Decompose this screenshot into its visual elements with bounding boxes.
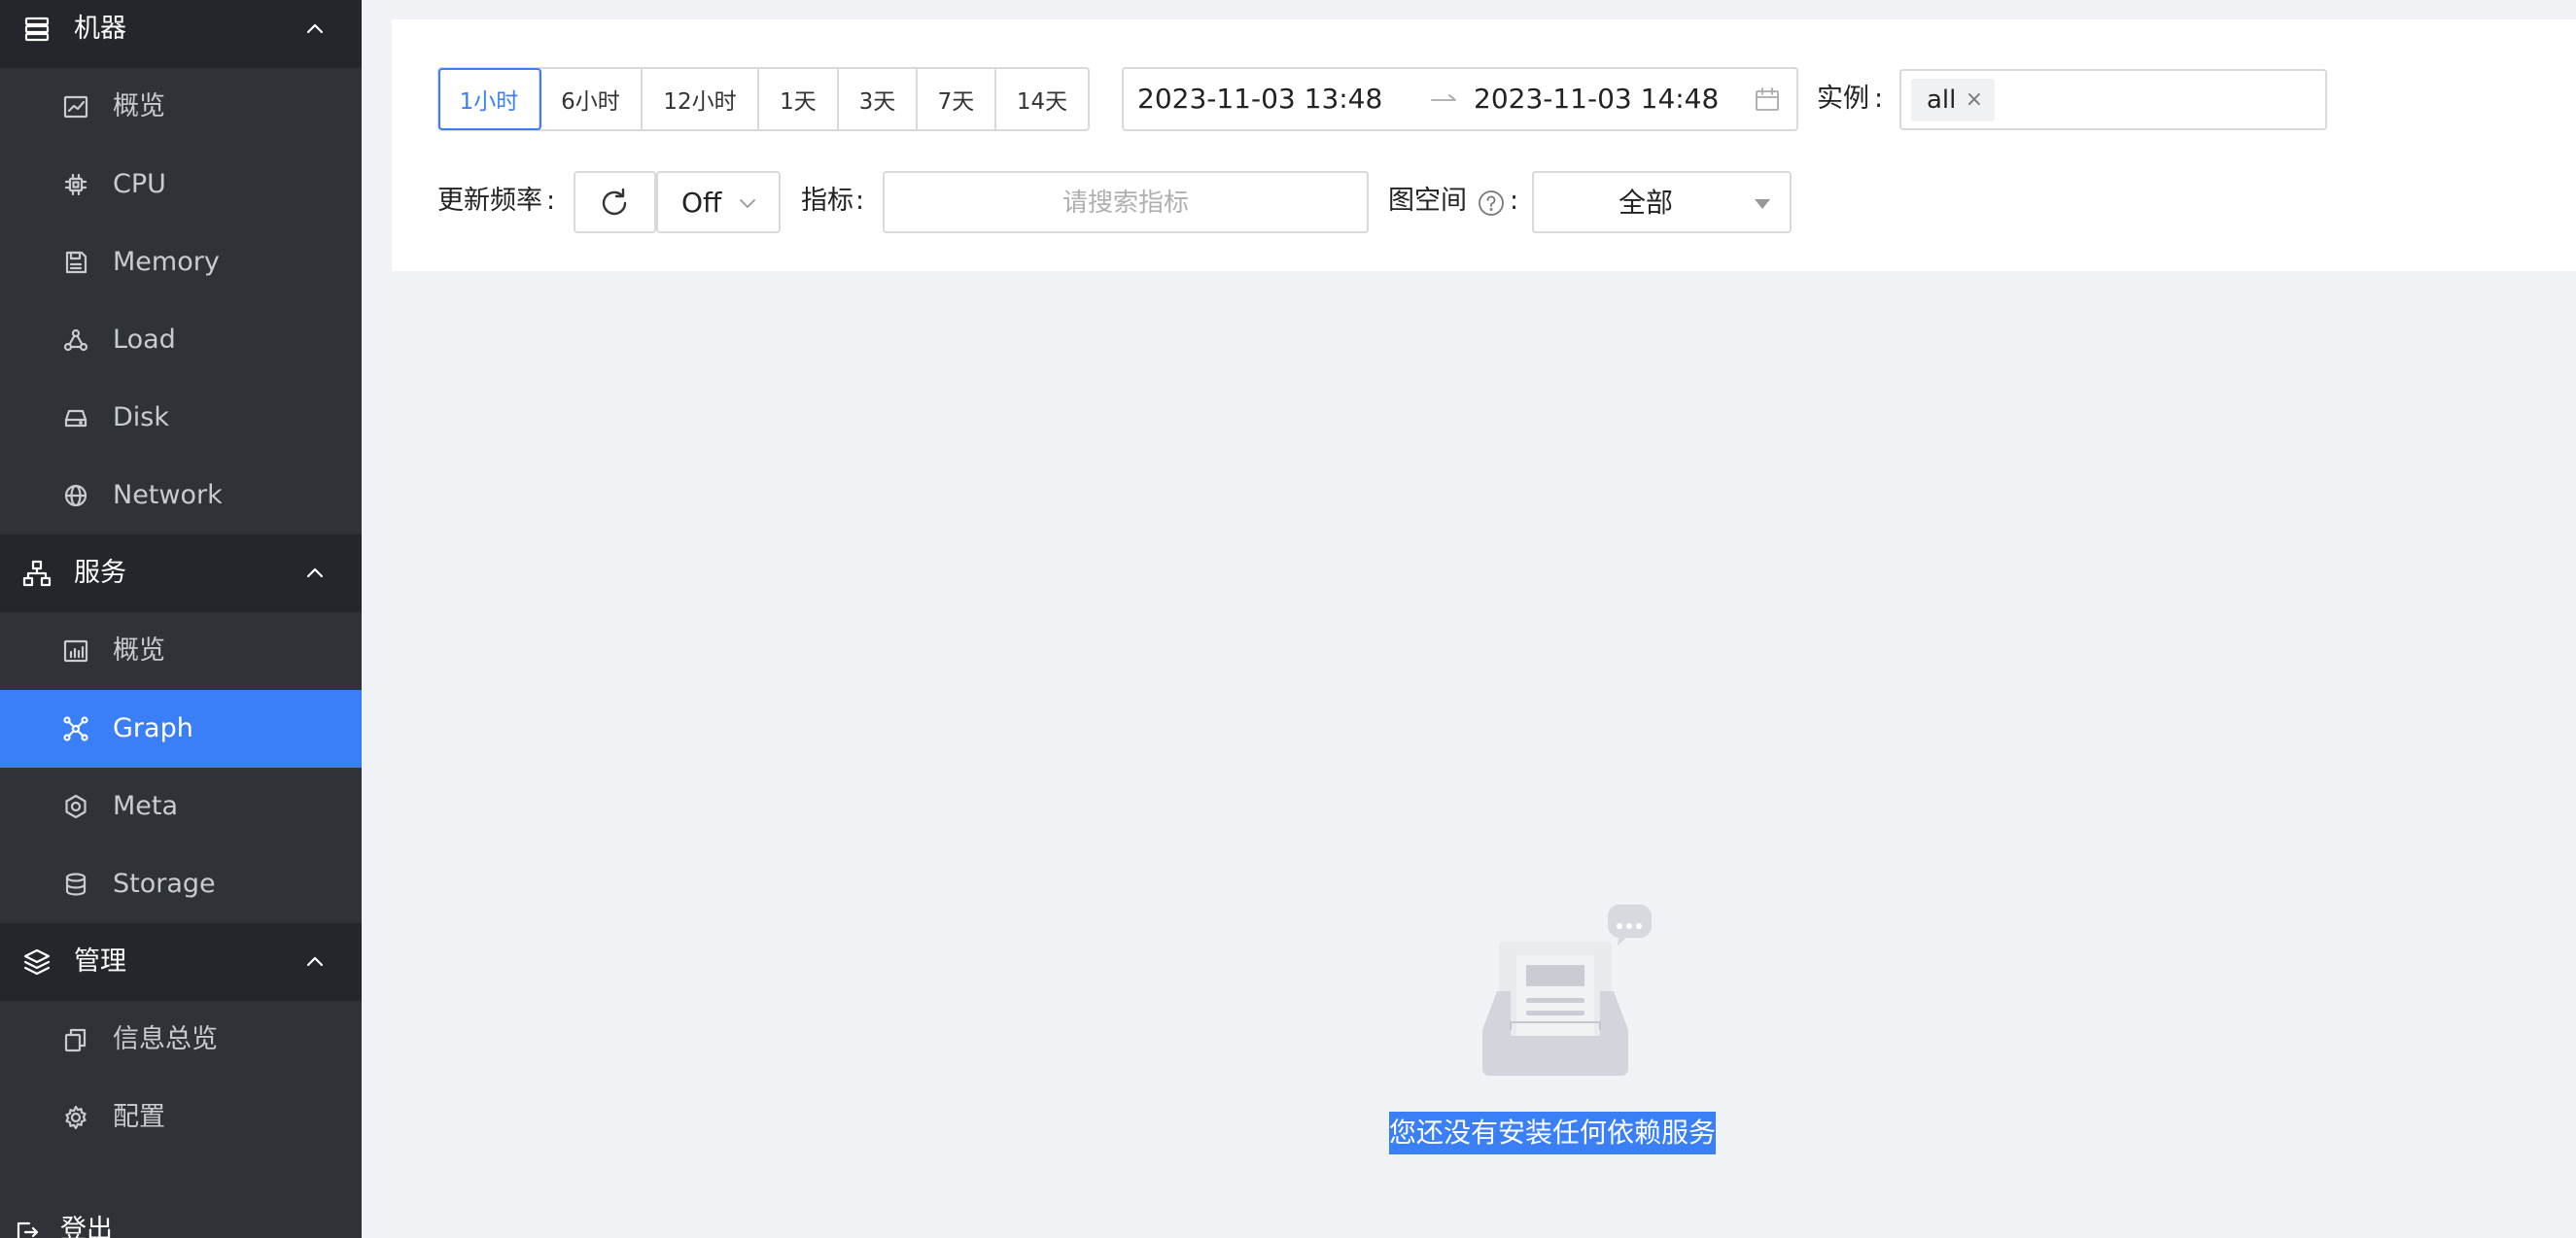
sidebar-item-meta[interactable]: Meta [0, 768, 362, 845]
server-icon [24, 17, 50, 42]
load-icon [63, 328, 88, 352]
end-time-input[interactable]: 2023-11-03 14:48 [1474, 82, 1719, 117]
label-colon: : [855, 186, 865, 216]
sidebar-item-label: Network [113, 480, 223, 510]
sidebar: 机器 概览 CPU Memory Load Disk Network 服务 概览… [0, 0, 362, 1238]
instance-tag-label: all [1927, 86, 1957, 115]
line-chart-icon [63, 95, 88, 119]
time-range-3d[interactable]: 3天 [839, 69, 918, 129]
time-range-selector: 1小时 6小时 12小时 1天 3天 7天 14天 [437, 67, 1090, 131]
sidebar-group-manage[interactable]: 管理 [0, 923, 362, 1001]
layers-icon [23, 948, 51, 976]
arrow-right-icon [1431, 94, 1456, 101]
sidebar-item-label: Disk [113, 402, 169, 432]
sidebar-item-label: Memory [113, 247, 220, 277]
chevron-up-icon[interactable] [303, 562, 327, 585]
sidebar-item-service-overview[interactable]: 概览 [0, 612, 362, 690]
label-colon: : [1510, 186, 1519, 216]
logout-label: 登出 [60, 1215, 113, 1238]
empty-inbox-illustration [1482, 905, 1652, 1076]
time-range-6h[interactable]: 6小时 [540, 69, 643, 129]
bar-chart-icon [63, 639, 88, 663]
sidebar-item-label: 概览 [113, 636, 165, 666]
sidebar-item-network[interactable]: Network [0, 457, 362, 534]
time-range-12h[interactable]: 12小时 [643, 69, 759, 129]
sidebar-item-disk[interactable]: Disk [0, 379, 362, 457]
sidebar-item-label: CPU [113, 169, 166, 199]
graph-icon [63, 716, 88, 741]
sidebar-item-label: 信息总览 [113, 1024, 218, 1054]
database-icon [65, 873, 87, 896]
calendar-icon[interactable] [1754, 86, 1781, 113]
close-icon[interactable]: × [1966, 79, 1983, 121]
chevron-up-icon[interactable] [303, 17, 327, 41]
logout-icon [17, 1221, 39, 1238]
cpu-icon [64, 173, 87, 196]
sidebar-item-memory[interactable]: Memory [0, 224, 362, 301]
refresh-button[interactable] [574, 171, 656, 233]
start-time-input[interactable]: 2023-11-03 13:48 [1137, 82, 1382, 117]
sidebar-item-machine-overview[interactable]: 概览 [0, 68, 362, 146]
empty-state-message: 您还没有安装任何依赖服务 [1389, 1112, 1716, 1154]
globe-icon [64, 484, 87, 507]
sitemap-icon [22, 560, 52, 587]
sidebar-item-config[interactable]: 配置 [0, 1079, 362, 1156]
label-colon: : [1874, 84, 1884, 114]
sidebar-item-label: Graph [113, 713, 193, 743]
sidebar-group-label: 管理 [74, 946, 126, 977]
help-icon[interactable] [1477, 189, 1506, 218]
sidebar-item-label: 配置 [113, 1102, 165, 1132]
sidebar-item-label: 概览 [113, 91, 165, 121]
sidebar-item-storage[interactable]: Storage [0, 845, 362, 923]
gear-icon [65, 1105, 87, 1130]
memory-icon [65, 251, 87, 274]
metric-label: 指标 [801, 186, 853, 216]
time-range-14d[interactable]: 14天 [996, 69, 1088, 129]
time-range-7d[interactable]: 7天 [918, 69, 996, 129]
sidebar-item-graph[interactable]: Graph [0, 690, 362, 768]
sidebar-group-service[interactable]: 服务 [0, 534, 362, 612]
space-label: 图空间 [1388, 186, 1467, 216]
sidebar-group-label: 机器 [74, 14, 126, 44]
sidebar-item-load[interactable]: Load [0, 301, 362, 379]
sidebar-item-info-overview[interactable]: 信息总览 [0, 1001, 362, 1079]
refresh-icon [602, 188, 627, 216]
caret-down-icon [1755, 199, 1770, 209]
copy-icon [64, 1028, 87, 1052]
time-range-1h[interactable]: 1小时 [438, 68, 541, 130]
instance-label: 实例 [1817, 84, 1869, 114]
date-range-picker[interactable]: 2023-11-03 13:48 2023-11-03 14:48 [1122, 67, 1798, 131]
sidebar-item-label: Storage [113, 869, 216, 899]
logout-item[interactable]: 登出 [0, 1213, 362, 1238]
sidebar-item-cpu[interactable]: CPU [0, 146, 362, 224]
disk-icon [64, 409, 87, 428]
sidebar-item-label: Load [113, 325, 176, 355]
refresh-label: 更新频率 [437, 186, 542, 216]
filter-panel [392, 19, 2576, 271]
hexagon-icon [65, 794, 87, 819]
metric-search-input[interactable]: 请搜索指标 [883, 171, 1369, 233]
space-select[interactable]: 全部 [1532, 171, 1792, 233]
metric-search-placeholder: 请搜索指标 [1062, 189, 1189, 218]
space-select-value: 全部 [1618, 187, 1673, 219]
time-range-1d[interactable]: 1天 [759, 69, 839, 129]
refresh-interval-value: Off [681, 187, 722, 219]
sidebar-item-label: Meta [113, 791, 179, 821]
instance-select[interactable]: all × [1899, 69, 2327, 130]
label-colon: : [546, 186, 556, 216]
instance-tag: all × [1911, 79, 1995, 121]
sidebar-group-label: 服务 [74, 558, 126, 588]
refresh-interval-select[interactable]: Off [656, 171, 781, 233]
sidebar-group-machine[interactable]: 机器 [0, 0, 362, 68]
chevron-down-icon [740, 199, 755, 208]
chevron-up-icon[interactable] [303, 950, 327, 974]
